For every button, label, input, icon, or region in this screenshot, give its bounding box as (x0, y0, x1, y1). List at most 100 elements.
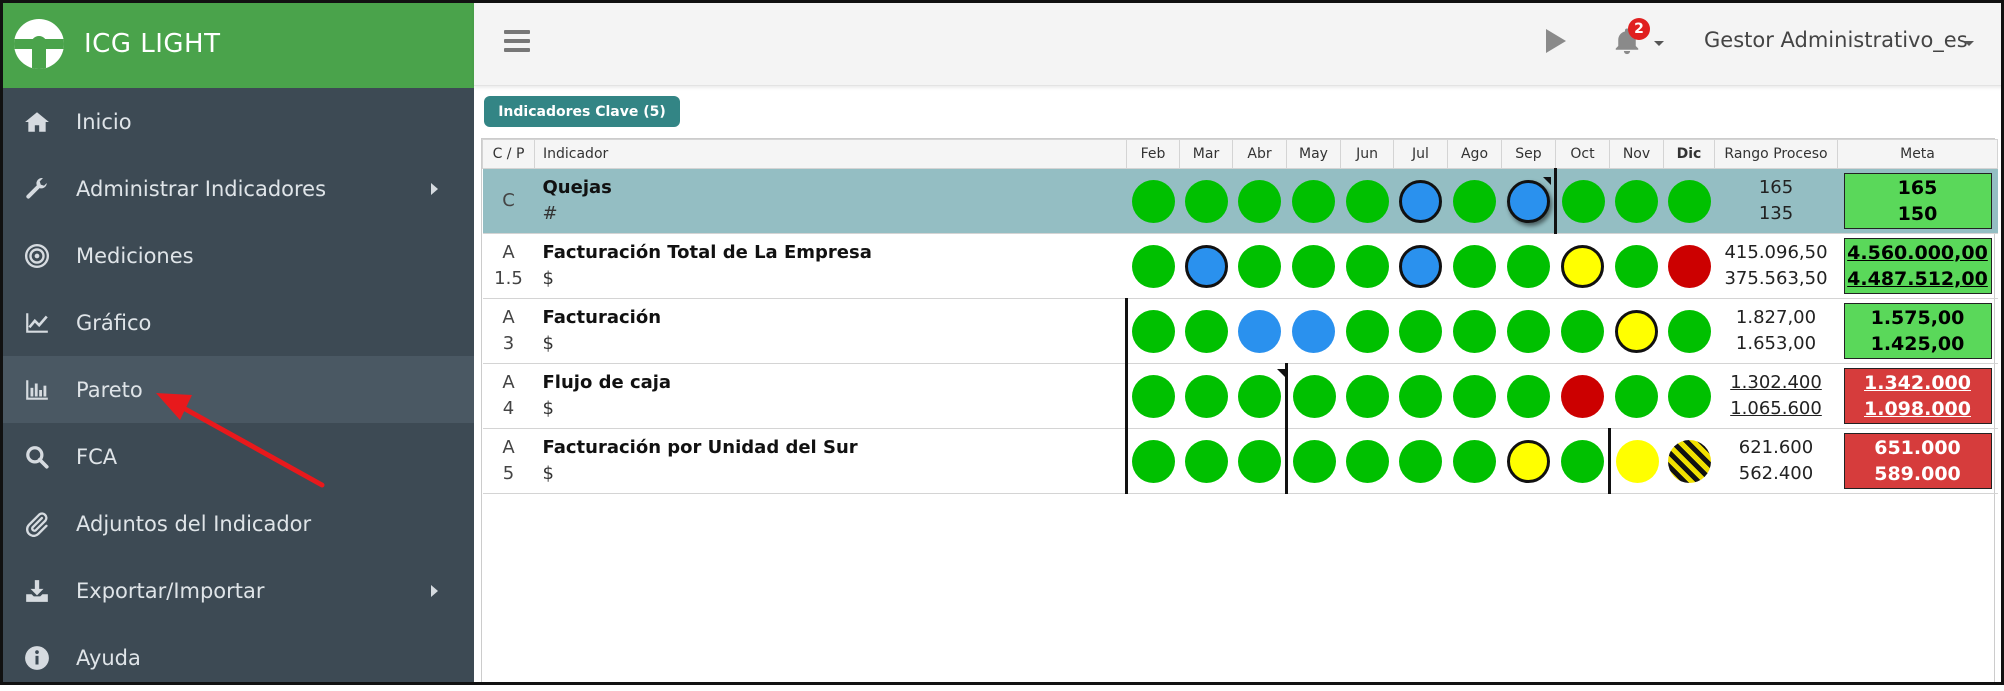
month-cell[interactable] (1393, 363, 1448, 429)
month-cell[interactable] (1285, 363, 1341, 429)
month-cell[interactable] (1179, 428, 1233, 494)
meta-box[interactable]: 4.560.000,00 4.487.512,00 (1843, 238, 1992, 294)
month-cell[interactable] (1663, 298, 1715, 364)
month-cell[interactable] (1663, 428, 1715, 494)
column-header-indicador[interactable]: Indicador (534, 139, 1127, 169)
month-cell[interactable] (1232, 233, 1287, 299)
month-cell[interactable] (1501, 168, 1556, 234)
month-cell[interactable] (1447, 428, 1502, 494)
user-menu[interactable]: Gestor Administrativo_es (1704, 28, 1968, 52)
month-cell[interactable] (1554, 168, 1610, 234)
month-cell[interactable] (1447, 363, 1502, 429)
sidebar-item-pareto[interactable]: Pareto (0, 356, 474, 423)
month-cell[interactable] (1393, 428, 1448, 494)
month-cell[interactable] (1393, 298, 1448, 364)
month-cell[interactable] (1340, 428, 1394, 494)
range-cell[interactable]: 1.302.400 1.065.600 (1714, 363, 1838, 429)
cp-cell: A3 (482, 298, 535, 364)
month-cell[interactable] (1285, 428, 1341, 494)
month-cell[interactable] (1447, 298, 1502, 364)
meta-box[interactable]: 1.342.000 1.098.000 (1843, 368, 1992, 424)
column-header-month[interactable]: May (1286, 139, 1341, 169)
month-cell[interactable] (1393, 168, 1448, 234)
chevron-down-icon[interactable] (1964, 41, 1974, 46)
month-cell[interactable] (1340, 168, 1394, 234)
sidebar-item-exportar-importar[interactable]: Exportar/Importar (0, 557, 474, 624)
month-cell[interactable] (1447, 233, 1502, 299)
indicator-cell[interactable]: Flujo de caja $ (534, 363, 1127, 429)
month-cell[interactable] (1232, 168, 1287, 234)
table-row[interactable]: A 1.5 Facturación Total de La Empresa $ 41… (482, 233, 1998, 299)
sidebar-item-grafico[interactable]: Gráfico (0, 289, 474, 356)
month-cell[interactable] (1232, 363, 1287, 429)
month-cell[interactable] (1179, 298, 1233, 364)
month-cell[interactable] (1447, 168, 1502, 234)
month-cell[interactable] (1286, 298, 1341, 364)
month-cell[interactable] (1126, 168, 1180, 234)
month-cell[interactable] (1501, 233, 1556, 299)
chevron-down-icon[interactable] (1654, 41, 1664, 46)
table-row[interactable]: A5 Facturación por Unidad del Sur $ 621.6… (482, 428, 1998, 494)
tab-indicadores-clave[interactable]: Indicadores Clave (5) (484, 96, 680, 127)
column-header-rango[interactable]: Rango Proceso (1714, 139, 1838, 169)
column-header-month[interactable]: Jun (1340, 139, 1394, 169)
table-row[interactable]: C Quejas # 165 135 165 150 (482, 168, 1998, 234)
month-cell[interactable] (1609, 233, 1664, 299)
table-row[interactable]: A4 Flujo de caja $ 1.302.400 1.065.600 1.3… (482, 363, 1998, 429)
month-cell[interactable] (1609, 168, 1664, 234)
menu-toggle-icon[interactable] (504, 30, 530, 52)
sidebar-item-adjuntos[interactable]: Adjuntos del Indicador (0, 490, 474, 557)
table-row[interactable]: A3 Facturación $ 1.827,00 1.653,00 1.575,0… (482, 298, 1998, 364)
sidebar-item-administrar-indicadores[interactable]: Administrar Indicadores (0, 155, 474, 222)
indicator-cell[interactable]: Facturación Total de La Empresa $ (534, 233, 1127, 299)
column-header-month[interactable]: Abr (1232, 139, 1287, 169)
month-cell[interactable] (1609, 363, 1664, 429)
month-cell[interactable] (1663, 233, 1715, 299)
month-cell[interactable] (1286, 233, 1341, 299)
column-header-month[interactable]: Ago (1447, 139, 1502, 169)
column-header-month[interactable]: Jul (1393, 139, 1448, 169)
column-header-month[interactable]: Dic (1663, 139, 1715, 169)
month-cell[interactable] (1609, 298, 1664, 364)
sidebar-item-inicio[interactable]: Inicio (0, 88, 474, 155)
month-cell[interactable] (1555, 233, 1610, 299)
month-cell[interactable] (1555, 298, 1610, 364)
play-icon[interactable] (1546, 29, 1566, 53)
month-cell[interactable] (1125, 363, 1180, 429)
month-cell[interactable] (1179, 233, 1233, 299)
sidebar-item-mediciones[interactable]: Mediciones (0, 222, 474, 289)
column-header-month[interactable]: Mar (1179, 139, 1233, 169)
month-cell[interactable] (1555, 428, 1610, 494)
month-cell[interactable] (1179, 168, 1233, 234)
month-cell[interactable] (1501, 298, 1556, 364)
month-cell[interactable] (1501, 428, 1556, 494)
column-header-meta[interactable]: Meta (1837, 139, 1998, 169)
month-cell[interactable] (1608, 428, 1664, 494)
month-cell[interactable] (1340, 363, 1394, 429)
column-header-cp[interactable]: C / P (482, 139, 535, 169)
sidebar-item-fca[interactable]: FCA (0, 423, 474, 490)
month-cell[interactable] (1340, 233, 1394, 299)
month-cell[interactable] (1125, 428, 1180, 494)
month-cell[interactable] (1663, 363, 1715, 429)
month-cell[interactable] (1663, 168, 1715, 234)
month-cell[interactable] (1393, 233, 1448, 299)
month-cell[interactable] (1286, 168, 1341, 234)
indicator-cell[interactable]: Facturación por Unidad del Sur $ (534, 428, 1127, 494)
column-header-month[interactable]: Oct (1555, 139, 1610, 169)
brand-header[interactable]: ICG LIGHT (0, 0, 474, 88)
column-header-month[interactable]: Feb (1126, 139, 1180, 169)
sidebar-item-ayuda[interactable]: Ayuda (0, 624, 474, 691)
month-cell[interactable] (1125, 298, 1180, 364)
month-cell[interactable] (1340, 298, 1394, 364)
column-header-month[interactable]: Nov (1609, 139, 1664, 169)
month-cell[interactable] (1501, 363, 1556, 429)
month-cell[interactable] (1126, 233, 1180, 299)
column-header-month[interactable]: Sep (1501, 139, 1556, 169)
indicator-cell[interactable]: Facturación $ (534, 298, 1127, 364)
month-cell[interactable] (1232, 428, 1287, 494)
month-cell[interactable] (1179, 363, 1233, 429)
month-cell[interactable] (1555, 363, 1610, 429)
month-cell[interactable] (1232, 298, 1287, 364)
indicator-cell[interactable]: Quejas # (534, 168, 1127, 234)
